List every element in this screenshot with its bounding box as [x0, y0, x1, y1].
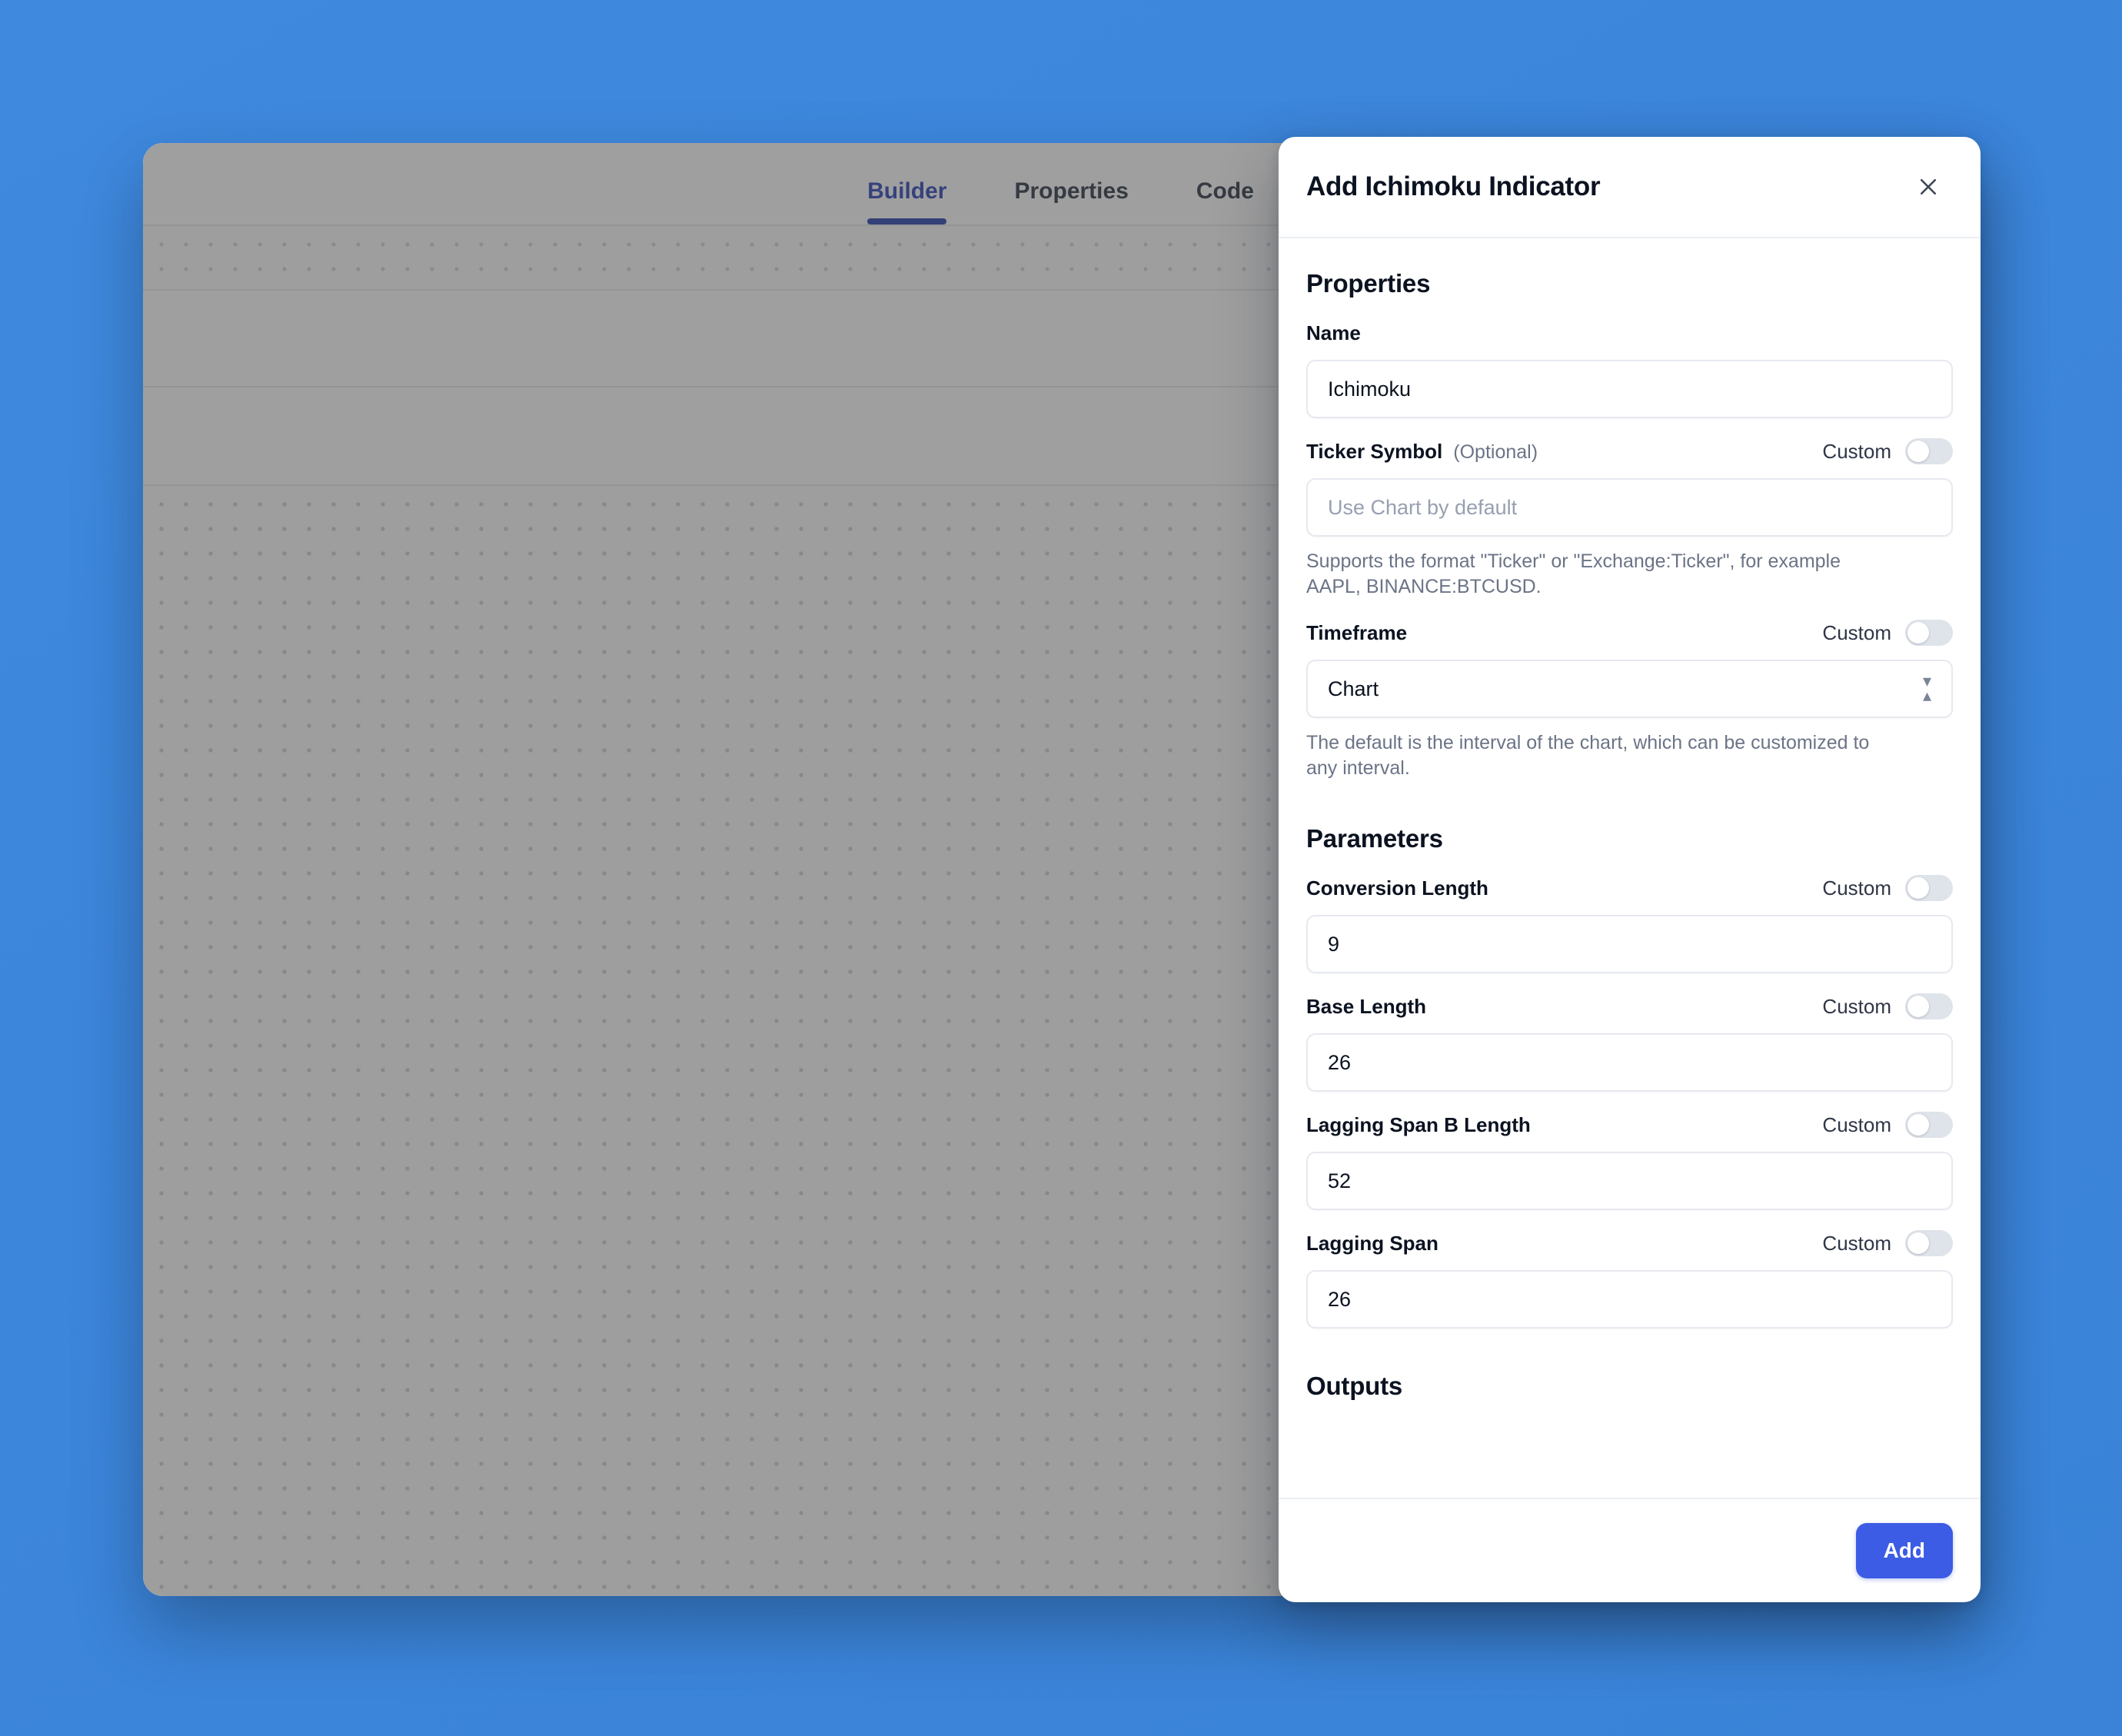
- dialog-title: Add Ichimoku Indicator: [1306, 171, 1601, 201]
- properties-heading: Properties: [1306, 269, 1431, 298]
- field-ticker-head: Ticker Symbol (Optional) Custom: [1306, 435, 1953, 467]
- dialog-footer: Add: [1279, 1498, 1981, 1602]
- field-lagging-span: Lagging Span Custom 26: [1306, 1227, 1953, 1329]
- timeframe-custom-toggle[interactable]: [1905, 620, 1953, 646]
- ticker-custom-wrap: Custom: [1822, 438, 1953, 464]
- field-lagging-span-head: Lagging Span Custom: [1306, 1227, 1953, 1259]
- toggle-knob: [1907, 877, 1929, 899]
- base-length-value: 26: [1328, 1050, 1352, 1074]
- lagging-span-b-length-custom-toggle[interactable]: [1905, 1112, 1953, 1138]
- field-lagging-span-b-length: Lagging Span B Length Custom 52: [1306, 1109, 1953, 1210]
- lagging-span-b-length-input[interactable]: 52: [1306, 1152, 1953, 1210]
- toggle-knob: [1907, 1114, 1929, 1136]
- parameters-heading: Parameters: [1306, 824, 1443, 853]
- base-length-custom-wrap: Custom: [1822, 993, 1953, 1019]
- ticker-custom-toggle[interactable]: [1905, 438, 1953, 464]
- field-conversion-length-head: Conversion Length Custom: [1306, 872, 1953, 904]
- conversion-length-custom-wrap: Custom: [1822, 875, 1953, 901]
- timeframe-custom-wrap: Custom: [1822, 620, 1953, 646]
- field-lagging-span-b-length-label-wrap: Lagging Span B Length: [1306, 1113, 1531, 1137]
- ticker-symbol-placeholder: Use Chart by default: [1328, 495, 1518, 519]
- conversion-length-input[interactable]: 9: [1306, 915, 1953, 973]
- tab-properties[interactable]: Properties: [980, 178, 1162, 224]
- field-timeframe-label: Timeframe: [1306, 620, 1408, 644]
- lagging-span-custom-wrap: Custom: [1822, 1230, 1953, 1256]
- toggle-knob: [1907, 441, 1929, 462]
- tab-builder-label: Builder: [867, 178, 947, 204]
- timeframe-custom-label: Custom: [1822, 620, 1891, 644]
- field-base-length-label-wrap: Base Length: [1306, 995, 1426, 1019]
- name-input[interactable]: Ichimoku: [1306, 360, 1953, 418]
- toggle-knob: [1907, 1232, 1929, 1254]
- toggle-knob: [1907, 996, 1929, 1017]
- field-ticker-symbol: Ticker Symbol (Optional) Custom Use Char…: [1306, 435, 1953, 600]
- lagging-span-b-length-custom-label: Custom: [1822, 1112, 1891, 1136]
- ticker-symbol-helper-text: Supports the format "Ticker" or "Exchang…: [1306, 550, 1841, 597]
- timeframe-select-value: Chart: [1328, 677, 1379, 700]
- field-conversion-length-label: Conversion Length: [1306, 876, 1488, 900]
- tabstrip: Builder Properties Code: [833, 178, 1288, 224]
- base-length-custom-label: Custom: [1822, 994, 1891, 1018]
- timeframe-helper-text: The default is the interval of the chart…: [1306, 732, 1870, 779]
- base-length-custom-toggle[interactable]: [1905, 993, 1953, 1019]
- field-conversion-length: Conversion Length Custom 9: [1306, 872, 1953, 973]
- field-conversion-length-label-wrap: Conversion Length: [1306, 876, 1488, 900]
- lagging-span-value: 26: [1328, 1287, 1352, 1311]
- field-timeframe: Timeframe Custom Chart ▾ ▴ The default is…: [1306, 617, 1953, 781]
- lagging-span-custom-toggle[interactable]: [1905, 1230, 1953, 1256]
- lagging-span-input[interactable]: 26: [1306, 1270, 1953, 1329]
- close-icon[interactable]: [1907, 165, 1950, 208]
- field-base-length-head: Base Length Custom: [1306, 990, 1953, 1023]
- field-name: Name Ichimoku: [1306, 317, 1953, 418]
- tab-code[interactable]: Code: [1162, 178, 1288, 224]
- field-ticker-label-wrap: Ticker Symbol (Optional): [1306, 440, 1538, 464]
- ticker-custom-label: Custom: [1822, 439, 1891, 463]
- outputs-heading: Outputs: [1306, 1372, 1403, 1400]
- lagging-span-custom-label: Custom: [1822, 1231, 1891, 1255]
- field-base-length: Base Length Custom 26: [1306, 990, 1953, 1092]
- ticker-symbol-input[interactable]: Use Chart by default: [1306, 478, 1953, 537]
- conversion-length-value: 9: [1328, 932, 1340, 956]
- timeframe-select[interactable]: Chart ▾ ▴: [1306, 660, 1953, 718]
- conversion-length-custom-label: Custom: [1822, 876, 1891, 900]
- lagging-span-b-length-custom-wrap: Custom: [1822, 1112, 1953, 1138]
- chevron-up-down-icon: ▾ ▴: [1922, 671, 1931, 705]
- field-lagging-span-label-wrap: Lagging Span: [1306, 1232, 1439, 1255]
- lagging-span-b-length-value: 52: [1328, 1169, 1352, 1192]
- conversion-length-custom-toggle[interactable]: [1905, 875, 1953, 901]
- field-lagging-span-label: Lagging Span: [1306, 1231, 1439, 1255]
- field-name-label: Name: [1306, 321, 1361, 344]
- dialog-body: Properties Name Ichimoku Ticker Symbol (…: [1279, 238, 1981, 1498]
- field-ticker-optional-tag: (Optional): [1453, 441, 1538, 463]
- tab-properties-label: Properties: [1014, 178, 1129, 204]
- name-input-value: Ichimoku: [1328, 377, 1412, 401]
- field-base-length-label: Base Length: [1306, 994, 1427, 1018]
- tab-builder[interactable]: Builder: [833, 178, 980, 224]
- field-name-label-wrap: Name: [1306, 321, 1361, 345]
- base-length-input[interactable]: 26: [1306, 1033, 1953, 1092]
- tab-code-label: Code: [1196, 178, 1254, 204]
- field-timeframe-head: Timeframe Custom: [1306, 617, 1953, 649]
- add-indicator-dialog: Add Ichimoku Indicator Properties Name I…: [1279, 137, 1981, 1602]
- field-name-head: Name: [1306, 317, 1953, 349]
- field-timeframe-label-wrap: Timeframe: [1306, 621, 1407, 645]
- field-lagging-span-b-length-label: Lagging Span B Length: [1306, 1112, 1531, 1136]
- field-lagging-span-b-length-head: Lagging Span B Length Custom: [1306, 1109, 1953, 1141]
- toggle-knob: [1907, 622, 1929, 644]
- dialog-header: Add Ichimoku Indicator: [1279, 137, 1981, 238]
- add-button[interactable]: Add: [1855, 1523, 1953, 1578]
- field-ticker-label: Ticker Symbol: [1306, 439, 1443, 463]
